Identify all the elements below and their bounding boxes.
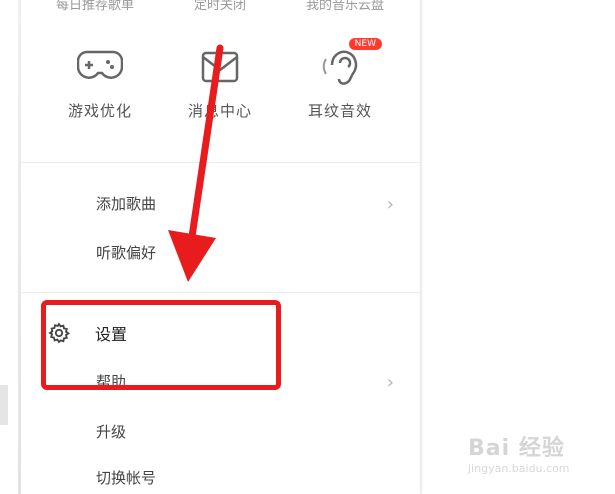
grid-label: 耳纹音效 <box>307 102 372 120</box>
annotation-arrow <box>168 44 224 282</box>
annotation-highlight-box <box>41 300 281 390</box>
panel-left-edge <box>18 0 21 494</box>
menu-label: 添加歌曲 <box>96 194 157 213</box>
menu-label: 听歌偏好 <box>96 243 157 262</box>
menu-item-upgrade[interactable]: 升级 <box>40 416 400 446</box>
grid-item-game[interactable]: 游戏优化 <box>40 40 160 150</box>
top-item[interactable]: 每日推荐歌单 <box>40 0 150 14</box>
new-badge: NEW <box>348 38 382 50</box>
menu-label: 切换帐号 <box>96 468 157 487</box>
divider <box>20 292 420 293</box>
top-item[interactable]: 定时关闭 <box>165 0 275 14</box>
watermark-url: jingyan.baidu.com <box>468 462 570 475</box>
grid-label: 游戏优化 <box>67 102 132 120</box>
chevron-right-icon: › <box>386 372 394 393</box>
chevron-right-icon: › <box>386 194 394 215</box>
gamepad-icon <box>75 40 125 90</box>
grid-item-ear[interactable]: NEW 耳纹音效 <box>280 38 400 150</box>
watermark-brand: Bai 经验 <box>468 436 565 461</box>
baidu-watermark: Bai 经验 jingyan.baidu.com <box>468 430 608 490</box>
background-edge <box>0 385 8 425</box>
menu-label: 升级 <box>96 422 127 441</box>
top-row-labels: 每日推荐歌单 定时关闭 我的音乐云盘 <box>40 0 400 14</box>
top-item[interactable]: 我的音乐云盘 <box>290 0 400 14</box>
menu-item-switch-account[interactable]: 切换帐号 <box>40 462 400 492</box>
